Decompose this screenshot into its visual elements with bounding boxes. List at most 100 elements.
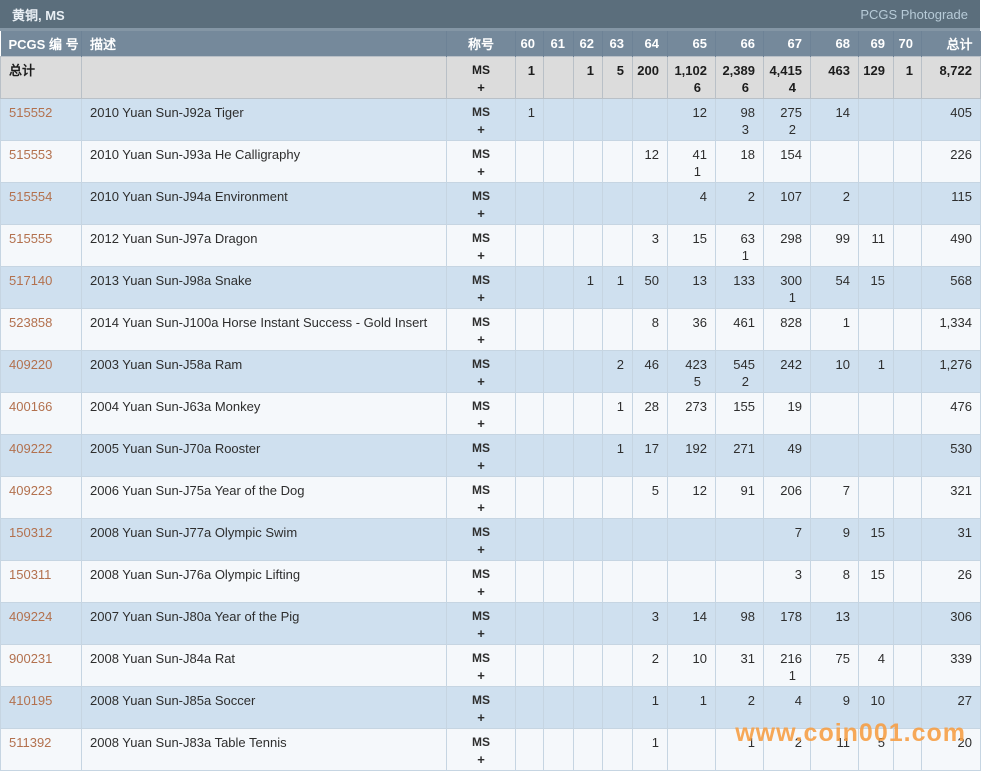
grade-cell: 5452 — [716, 351, 764, 393]
grade-cell — [633, 561, 668, 603]
grade-cell — [544, 519, 574, 561]
description-cell: 2008 Yuan Sun-J83a Table Tennis — [82, 729, 447, 771]
description-cell: 2014 Yuan Sun-J100a Horse Instant Succes… — [82, 309, 447, 351]
grade-cell — [716, 519, 764, 561]
grade-cell — [544, 141, 574, 183]
description-cell: 2004 Yuan Sun-J63a Monkey — [82, 393, 447, 435]
grade-column-header: 64 — [633, 31, 668, 57]
total-cell: 568 — [922, 267, 981, 309]
grade-cell — [668, 561, 716, 603]
grade-cell — [894, 519, 922, 561]
designation-ms-label: MS — [447, 440, 515, 457]
grade-cell: 17 — [633, 435, 668, 477]
grade-cell: 155 — [716, 393, 764, 435]
plus-grade-count: 1 — [716, 247, 755, 264]
grade-cell — [603, 183, 633, 225]
grade-cell — [603, 477, 633, 519]
grade-cell — [811, 141, 859, 183]
grade-cell: 49 — [764, 435, 811, 477]
plus-grade-count: 5 — [668, 373, 707, 390]
grade-cell — [574, 603, 603, 645]
grade-cell: 631 — [716, 225, 764, 267]
grade-cell: 411 — [668, 141, 716, 183]
description-cell: 2010 Yuan Sun-J94a Environment — [82, 183, 447, 225]
grade-cell: 1 — [516, 57, 544, 99]
grade-cell: 8 — [811, 561, 859, 603]
table-row: 5171402013 Yuan Sun-J98a SnakeMS+1150131… — [1, 267, 981, 309]
designation-plus-label: + — [447, 205, 515, 222]
grade-cell: 154 — [764, 141, 811, 183]
pcgs-number-link[interactable]: 409222 — [1, 435, 82, 477]
grade-cell — [859, 477, 894, 519]
grade-cell: 2 — [811, 183, 859, 225]
pcgs-number-link[interactable]: 523858 — [1, 309, 82, 351]
grade-cell — [603, 225, 633, 267]
pcgs-number-link[interactable]: 410195 — [1, 687, 82, 729]
pcgs-number-link[interactable]: 515552 — [1, 99, 82, 141]
designation-plus-label: + — [447, 667, 515, 684]
designation-cell: MS+ — [447, 57, 516, 99]
grade-cell — [544, 393, 574, 435]
grade-column-header: 67 — [764, 31, 811, 57]
grade-cell — [894, 393, 922, 435]
pcgs-number-link[interactable]: 150311 — [1, 561, 82, 603]
pcgs-number-link[interactable]: 409224 — [1, 603, 82, 645]
designation-cell: MS+ — [447, 435, 516, 477]
total-cell: 490 — [922, 225, 981, 267]
grade-count: 98 — [716, 104, 755, 121]
grade-cell — [859, 393, 894, 435]
grade-cell: 75 — [811, 645, 859, 687]
designation-cell: MS+ — [447, 729, 516, 771]
designation-cell: MS+ — [447, 99, 516, 141]
pcgs-number-link[interactable]: 409223 — [1, 477, 82, 519]
table-row: 1503112008 Yuan Sun-J76a Olympic Lifting… — [1, 561, 981, 603]
grade-cell — [544, 99, 574, 141]
grade-cell — [894, 561, 922, 603]
pcgs-number-link[interactable]: 900231 — [1, 645, 82, 687]
grade-cell — [603, 141, 633, 183]
total-cell: 405 — [922, 99, 981, 141]
grade-cell: 2 — [764, 729, 811, 771]
pcgs-number-link[interactable]: 515554 — [1, 183, 82, 225]
pcgs-number-link[interactable]: 515555 — [1, 225, 82, 267]
grade-cell: 31 — [716, 645, 764, 687]
table-row: 5155522010 Yuan Sun-J92a TigerMS+1129832… — [1, 99, 981, 141]
grade-cell: 5 — [859, 729, 894, 771]
designation-cell: MS+ — [447, 519, 516, 561]
grade-cell — [574, 477, 603, 519]
grade-cell: 1 — [603, 267, 633, 309]
photograde-link[interactable]: PCGS Photograde — [860, 7, 968, 22]
pcgs-number-link[interactable]: 409220 — [1, 351, 82, 393]
grade-column-header: 68 — [811, 31, 859, 57]
page-title: 黄铜, MS — [12, 5, 65, 24]
table-row: 1503122008 Yuan Sun-J77a Olympic SwimMS+… — [1, 519, 981, 561]
designation-ms-label: MS — [447, 230, 515, 247]
grade-cell: 461 — [716, 309, 764, 351]
grade-cell — [516, 687, 544, 729]
plus-grade-count: 4 — [764, 79, 802, 96]
grade-cell: 4,4154 — [764, 57, 811, 99]
grade-cell — [574, 183, 603, 225]
grade-cell: 3 — [633, 225, 668, 267]
pcgs-number-link[interactable]: 517140 — [1, 267, 82, 309]
pcgs-number-link[interactable]: 515553 — [1, 141, 82, 183]
grade-cell: 1,1026 — [668, 57, 716, 99]
grade-cell: 15 — [668, 225, 716, 267]
pcgs-number-link[interactable]: 150312 — [1, 519, 82, 561]
grade-count: 2,389 — [716, 62, 755, 79]
grade-cell: 15 — [859, 267, 894, 309]
designation-cell: MS+ — [447, 351, 516, 393]
grade-cell: 3001 — [764, 267, 811, 309]
grade-cell — [516, 393, 544, 435]
grade-cell — [894, 183, 922, 225]
grade-cell: 8 — [633, 309, 668, 351]
grade-cell: 2 — [716, 183, 764, 225]
designation-cell: MS+ — [447, 645, 516, 687]
grade-cell: 36 — [668, 309, 716, 351]
pcgs-number-link[interactable]: 400166 — [1, 393, 82, 435]
grade-cell — [544, 351, 574, 393]
grade-cell: 298 — [764, 225, 811, 267]
grade-cell — [894, 141, 922, 183]
pcgs-number-link[interactable]: 511392 — [1, 729, 82, 771]
grade-count: 423 — [668, 356, 707, 373]
